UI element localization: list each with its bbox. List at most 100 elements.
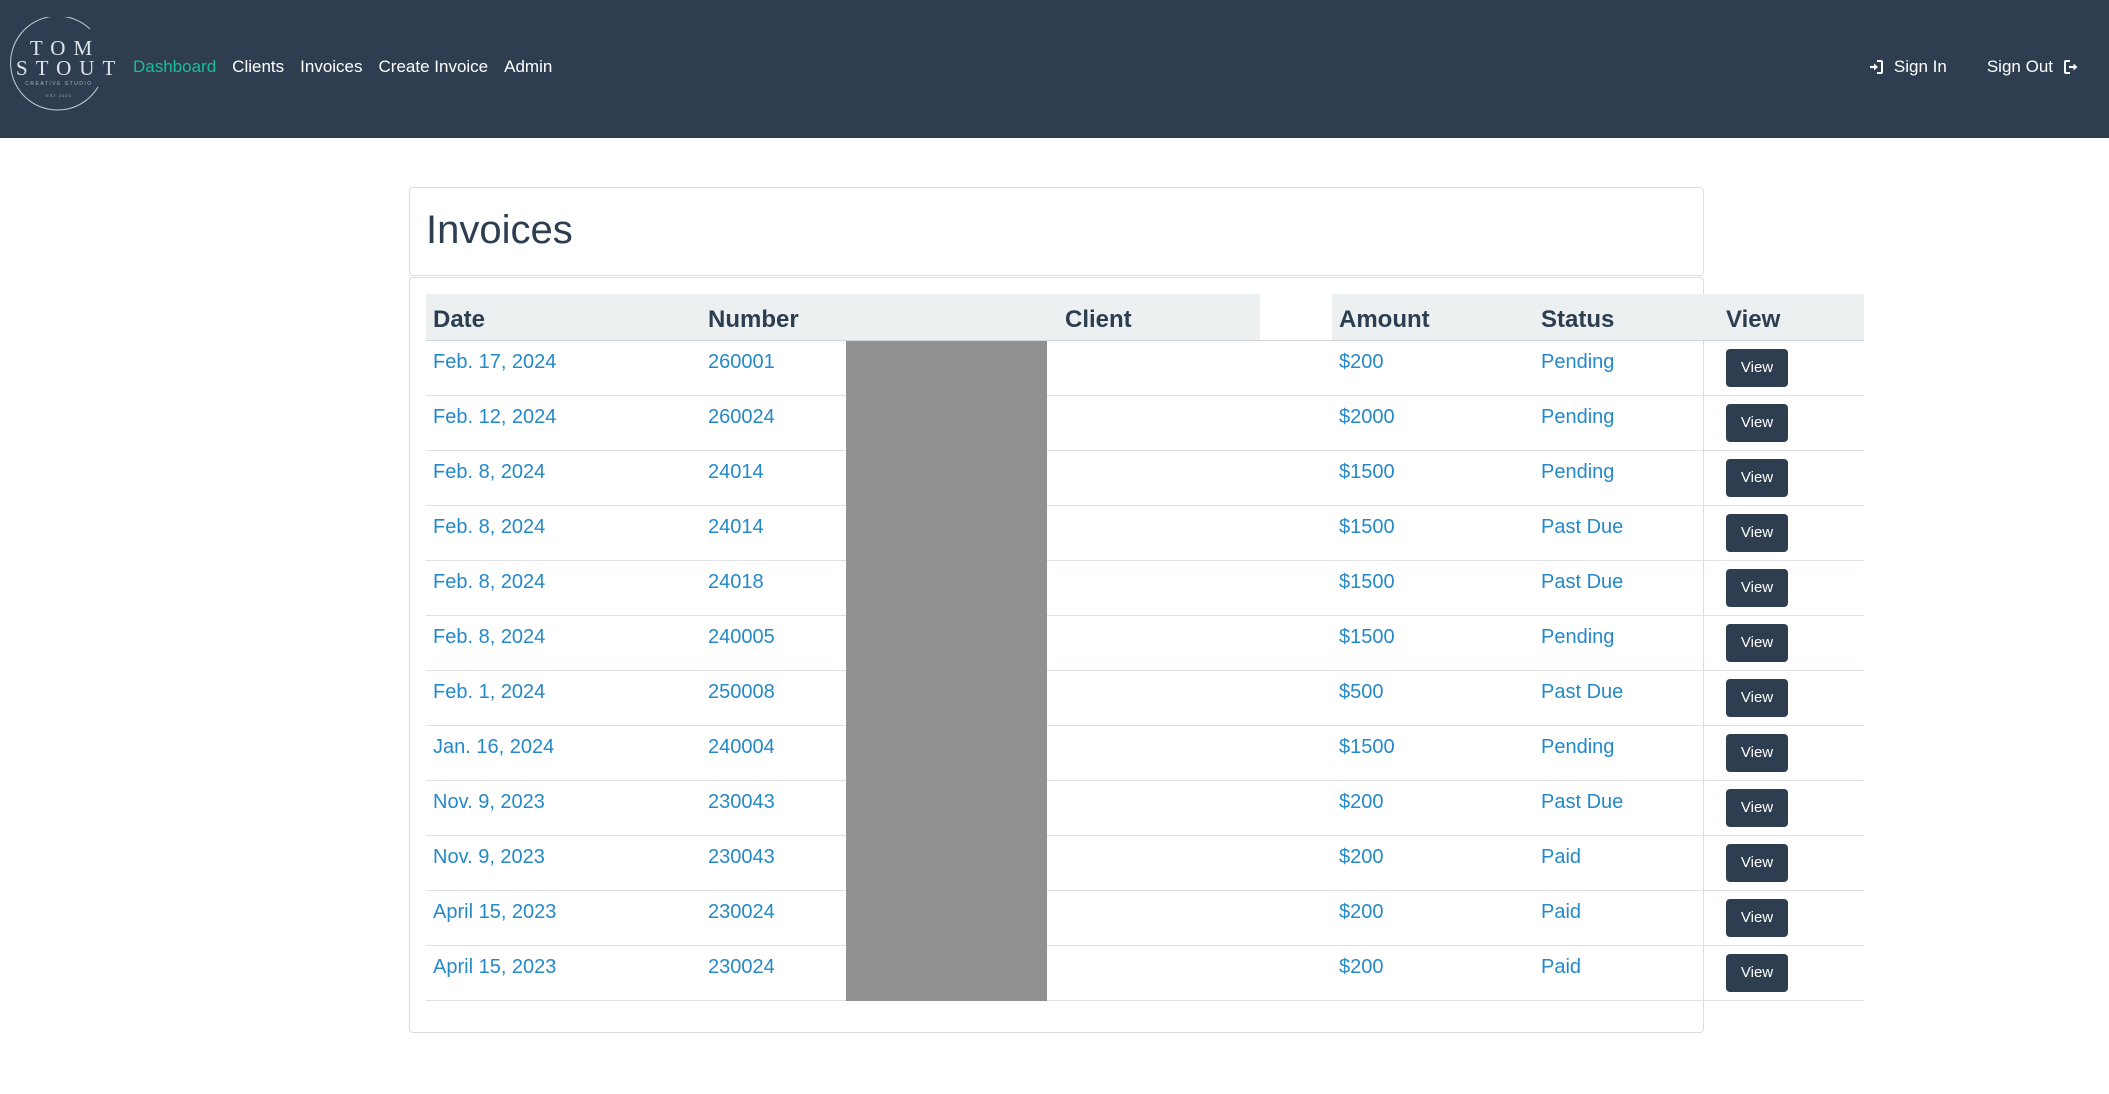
invoice-status-link[interactable]: Paid: [1541, 901, 1581, 924]
cell-status: Past Due: [1534, 505, 1719, 561]
invoice-amount-link[interactable]: $500: [1339, 681, 1384, 704]
invoice-number-link[interactable]: 24014: [708, 461, 764, 484]
column-header-status[interactable]: Status: [1534, 294, 1719, 341]
view-invoice-button[interactable]: View: [1726, 953, 1788, 992]
cell-view: View: [1719, 890, 1864, 946]
invoice-date-link[interactable]: Jan. 16, 2024: [433, 736, 554, 759]
cell-number: 230024: [701, 945, 1130, 1001]
cell-view: View: [1719, 450, 1864, 506]
sign-in-link[interactable]: Sign In: [1868, 57, 1947, 77]
invoice-status-link[interactable]: Past Due: [1541, 571, 1623, 594]
client-redaction: [846, 340, 1047, 396]
invoice-status-link[interactable]: Pending: [1541, 736, 1614, 759]
cell-view: View: [1719, 340, 1864, 396]
invoice-number-link[interactable]: 24014: [708, 516, 764, 539]
invoice-amount-link[interactable]: $200: [1339, 901, 1384, 924]
invoice-number-link[interactable]: 240004: [708, 736, 775, 759]
invoice-date-link[interactable]: April 15, 2023: [433, 901, 556, 924]
invoice-status-link[interactable]: Pending: [1541, 461, 1614, 484]
invoice-status-link[interactable]: Pending: [1541, 626, 1614, 649]
invoice-date-link[interactable]: Feb. 8, 2024: [433, 516, 545, 539]
client-redaction: [846, 615, 1047, 671]
invoice-status-link[interactable]: Past Due: [1541, 516, 1623, 539]
invoice-amount-link[interactable]: $1500: [1339, 626, 1395, 649]
invoice-number-link[interactable]: 240005: [708, 626, 775, 649]
invoice-number-link[interactable]: 230024: [708, 901, 775, 924]
invoice-date-link[interactable]: Feb. 8, 2024: [433, 571, 545, 594]
invoice-amount-link[interactable]: $200: [1339, 351, 1384, 374]
invoice-date-link[interactable]: Feb. 17, 2024: [433, 351, 556, 374]
view-invoice-button[interactable]: View: [1726, 898, 1788, 937]
view-invoice-button[interactable]: View: [1726, 623, 1788, 662]
brand-logo[interactable]: TOM STOUT CREATIVE STUDIO EST 2023: [10, 17, 115, 117]
client-redaction: [846, 560, 1047, 616]
invoice-number-link[interactable]: 230043: [708, 791, 775, 814]
cell-date: April 15, 2023: [426, 890, 701, 946]
invoice-date-link[interactable]: Nov. 9, 2023: [433, 846, 545, 869]
invoice-date-link[interactable]: April 15, 2023: [433, 956, 556, 979]
view-invoice-button[interactable]: View: [1726, 788, 1788, 827]
table-row: Nov. 9, 2023 230043 $200 Past Due View: [426, 780, 1864, 836]
cell-date: Jan. 16, 2024: [426, 725, 701, 781]
invoice-amount-link[interactable]: $200: [1339, 791, 1384, 814]
invoice-status-link[interactable]: Past Due: [1541, 791, 1623, 814]
invoice-status-link[interactable]: Paid: [1541, 846, 1581, 869]
invoice-number-link[interactable]: 250008: [708, 681, 775, 704]
view-invoice-button[interactable]: View: [1726, 458, 1788, 497]
cell-number: 240004: [701, 725, 1130, 781]
invoice-amount-link[interactable]: $1500: [1339, 516, 1395, 539]
column-header-client[interactable]: Client: [1058, 294, 1260, 341]
invoice-number-link[interactable]: 260001: [708, 351, 775, 374]
view-invoice-button[interactable]: View: [1726, 843, 1788, 882]
cell-status: Paid: [1534, 890, 1719, 946]
cell-client: [1130, 670, 1332, 726]
invoice-status-link[interactable]: Pending: [1541, 406, 1614, 429]
invoice-date-link[interactable]: Feb. 8, 2024: [433, 626, 545, 649]
invoice-date-link[interactable]: Feb. 8, 2024: [433, 461, 545, 484]
invoice-amount-link[interactable]: $2000: [1339, 406, 1395, 429]
table-row: Nov. 9, 2023 230043 $200 Paid View: [426, 835, 1864, 891]
table-row: Feb. 8, 2024 24014 $1500 Past Due View: [426, 505, 1864, 561]
cell-view: View: [1719, 560, 1864, 616]
invoice-number-link[interactable]: 230024: [708, 956, 775, 979]
cell-number: 24014: [701, 505, 1130, 561]
invoice-amount-link[interactable]: $1500: [1339, 571, 1395, 594]
view-invoice-button[interactable]: View: [1726, 568, 1788, 607]
invoice-status-link[interactable]: Pending: [1541, 351, 1614, 374]
sign-in-label: Sign In: [1893, 57, 1947, 76]
invoice-amount-link[interactable]: $1500: [1339, 461, 1395, 484]
invoice-amount-link[interactable]: $1500: [1339, 736, 1395, 759]
invoice-number-link[interactable]: 230043: [708, 846, 775, 869]
table-row: Feb. 8, 2024 24018 $1500 Past Due View: [426, 560, 1864, 616]
invoice-number-link[interactable]: 24018: [708, 571, 764, 594]
invoice-date-link[interactable]: Feb. 1, 2024: [433, 681, 545, 704]
view-invoice-button[interactable]: View: [1726, 513, 1788, 552]
page-header-card: Invoices: [409, 187, 1704, 276]
column-header-amount[interactable]: Amount: [1332, 294, 1534, 341]
client-redaction: [846, 780, 1047, 836]
cell-amount: $200: [1332, 890, 1534, 946]
nav-create-invoice[interactable]: Create Invoice: [379, 57, 489, 77]
brand-est: EST 2023: [46, 93, 72, 98]
nav-admin[interactable]: Admin: [504, 57, 552, 77]
nav-invoices[interactable]: Invoices: [300, 57, 362, 77]
sign-out-link[interactable]: Sign Out: [1987, 57, 2079, 77]
invoice-date-link[interactable]: Feb. 12, 2024: [433, 406, 556, 429]
invoice-number-link[interactable]: 260024: [708, 406, 775, 429]
column-header-date[interactable]: Date: [426, 294, 701, 341]
view-invoice-button[interactable]: View: [1726, 733, 1788, 772]
cell-date: Feb. 8, 2024: [426, 615, 701, 671]
view-invoice-button[interactable]: View: [1726, 403, 1788, 442]
nav-clients[interactable]: Clients: [232, 57, 284, 77]
nav-dashboard[interactable]: Dashboard: [133, 57, 216, 77]
invoice-status-link[interactable]: Paid: [1541, 956, 1581, 979]
table-row: Feb. 8, 2024 24014 $1500 Pending View: [426, 450, 1864, 506]
view-invoice-button[interactable]: View: [1726, 678, 1788, 717]
client-redaction: [846, 670, 1047, 726]
view-invoice-button[interactable]: View: [1726, 348, 1788, 387]
invoice-status-link[interactable]: Past Due: [1541, 681, 1623, 704]
cell-amount: $200: [1332, 835, 1534, 891]
invoice-amount-link[interactable]: $200: [1339, 956, 1384, 979]
invoice-amount-link[interactable]: $200: [1339, 846, 1384, 869]
invoice-date-link[interactable]: Nov. 9, 2023: [433, 791, 545, 814]
